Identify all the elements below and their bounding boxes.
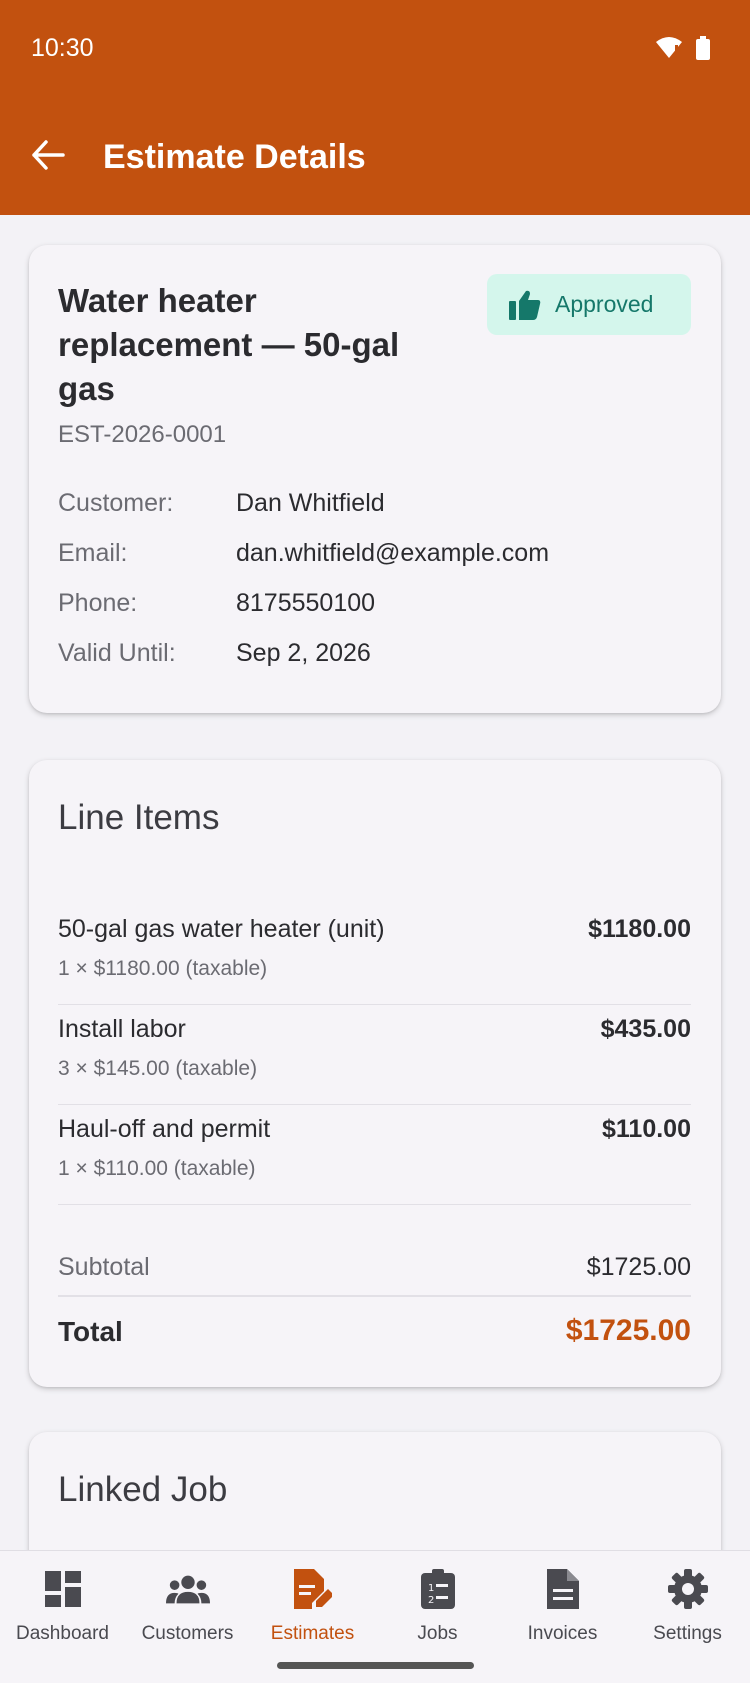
back-button[interactable] — [26, 133, 70, 177]
subtotal-value: $1725.00 — [586, 1253, 691, 1281]
line-item-detail: 1 × $110.00 (taxable) — [58, 1157, 256, 1180]
status-badge-label: Approved — [555, 291, 654, 317]
line-item-amount: $435.00 — [600, 1015, 691, 1043]
arrow-back-icon — [32, 140, 65, 170]
document-icon — [541, 1567, 585, 1611]
estimate-summary-card: Water heater replacement — 50-gal gas ES… — [29, 245, 721, 713]
nav-label: Customers — [141, 1623, 234, 1644]
line-item-description: Haul-off and permit — [58, 1115, 271, 1143]
status-badge: Approved — [487, 274, 691, 335]
wifi-icon — [656, 37, 682, 64]
nav-label: Jobs — [417, 1623, 458, 1644]
battery-icon — [696, 36, 710, 65]
nav-item-customers[interactable]: Customers — [125, 1551, 250, 1683]
line-item-description: 50-gal gas water heater (unit) — [58, 915, 385, 943]
line-item-description: Install labor — [58, 1015, 186, 1043]
line-item-amount: $1180.00 — [588, 915, 691, 943]
line-item: 50-gal gas water heater (unit) 1 × $1180… — [58, 905, 691, 1005]
gesture-bar[interactable] — [277, 1662, 474, 1669]
subtotal-label: Subtotal — [58, 1253, 150, 1281]
dashboard-icon — [41, 1567, 85, 1611]
customer-label: Customer: — [58, 489, 174, 517]
page-title: Estimate Details — [103, 138, 366, 176]
nav-item-invoices[interactable]: Invoices — [500, 1551, 625, 1683]
total-value: $1725.00 — [565, 1314, 691, 1347]
line-item: Haul-off and permit 1 × $110.00 (taxable… — [58, 1105, 691, 1205]
app-bar: 10:30 Estimate Details — [0, 0, 750, 215]
line-item: Install labor 3 × $145.00 (taxable) $435… — [58, 1005, 691, 1105]
subtotal-row: Subtotal $1725.00 — [58, 1245, 691, 1297]
estimate-edit-icon — [291, 1567, 335, 1611]
linked-job-title: Linked Job — [58, 1470, 228, 1509]
total-label: Total — [58, 1316, 123, 1347]
email-value[interactable]: dan.whitfield@example.com — [236, 539, 549, 568]
phone-value[interactable]: 8175550100 — [236, 589, 375, 618]
valid-until-value: Sep 2, 2026 — [236, 639, 371, 667]
nav-item-settings[interactable]: Settings — [625, 1551, 750, 1683]
svg-text:2: 2 — [428, 1595, 434, 1606]
nav-label: Dashboard — [16, 1623, 109, 1644]
people-icon — [165, 1567, 210, 1611]
thumb-up-icon — [509, 290, 541, 320]
email-label: Email: — [58, 539, 128, 567]
svg-text:1: 1 — [428, 1583, 434, 1594]
customer-value: Dan Whitfield — [236, 489, 385, 517]
line-item-amount: $110.00 — [602, 1115, 691, 1143]
estimate-title: Water heater replacement — 50-gal gas — [58, 282, 400, 407]
status-time: 10:30 — [31, 34, 94, 62]
nav-item-dashboard[interactable]: Dashboard — [0, 1551, 125, 1683]
nav-label: Invoices — [527, 1623, 598, 1644]
gear-icon — [666, 1567, 710, 1611]
total-row: Total $1725.00 — [58, 1314, 691, 1364]
phone-label: Phone: — [58, 589, 138, 617]
clipboard-icon: 12 — [416, 1567, 460, 1611]
nav-label: Estimates — [270, 1623, 355, 1644]
nav-label: Settings — [653, 1623, 722, 1644]
estimate-number: EST-2026-0001 — [58, 421, 227, 448]
line-items-card: Line Items 50-gal gas water heater (unit… — [29, 760, 721, 1387]
valid-until-label: Valid Until: — [58, 639, 176, 667]
status-icons — [656, 36, 710, 65]
line-items-title: Line Items — [58, 798, 220, 837]
line-item-detail: 1 × $1180.00 (taxable) — [58, 957, 268, 980]
line-item-detail: 3 × $145.00 (taxable) — [58, 1057, 258, 1080]
